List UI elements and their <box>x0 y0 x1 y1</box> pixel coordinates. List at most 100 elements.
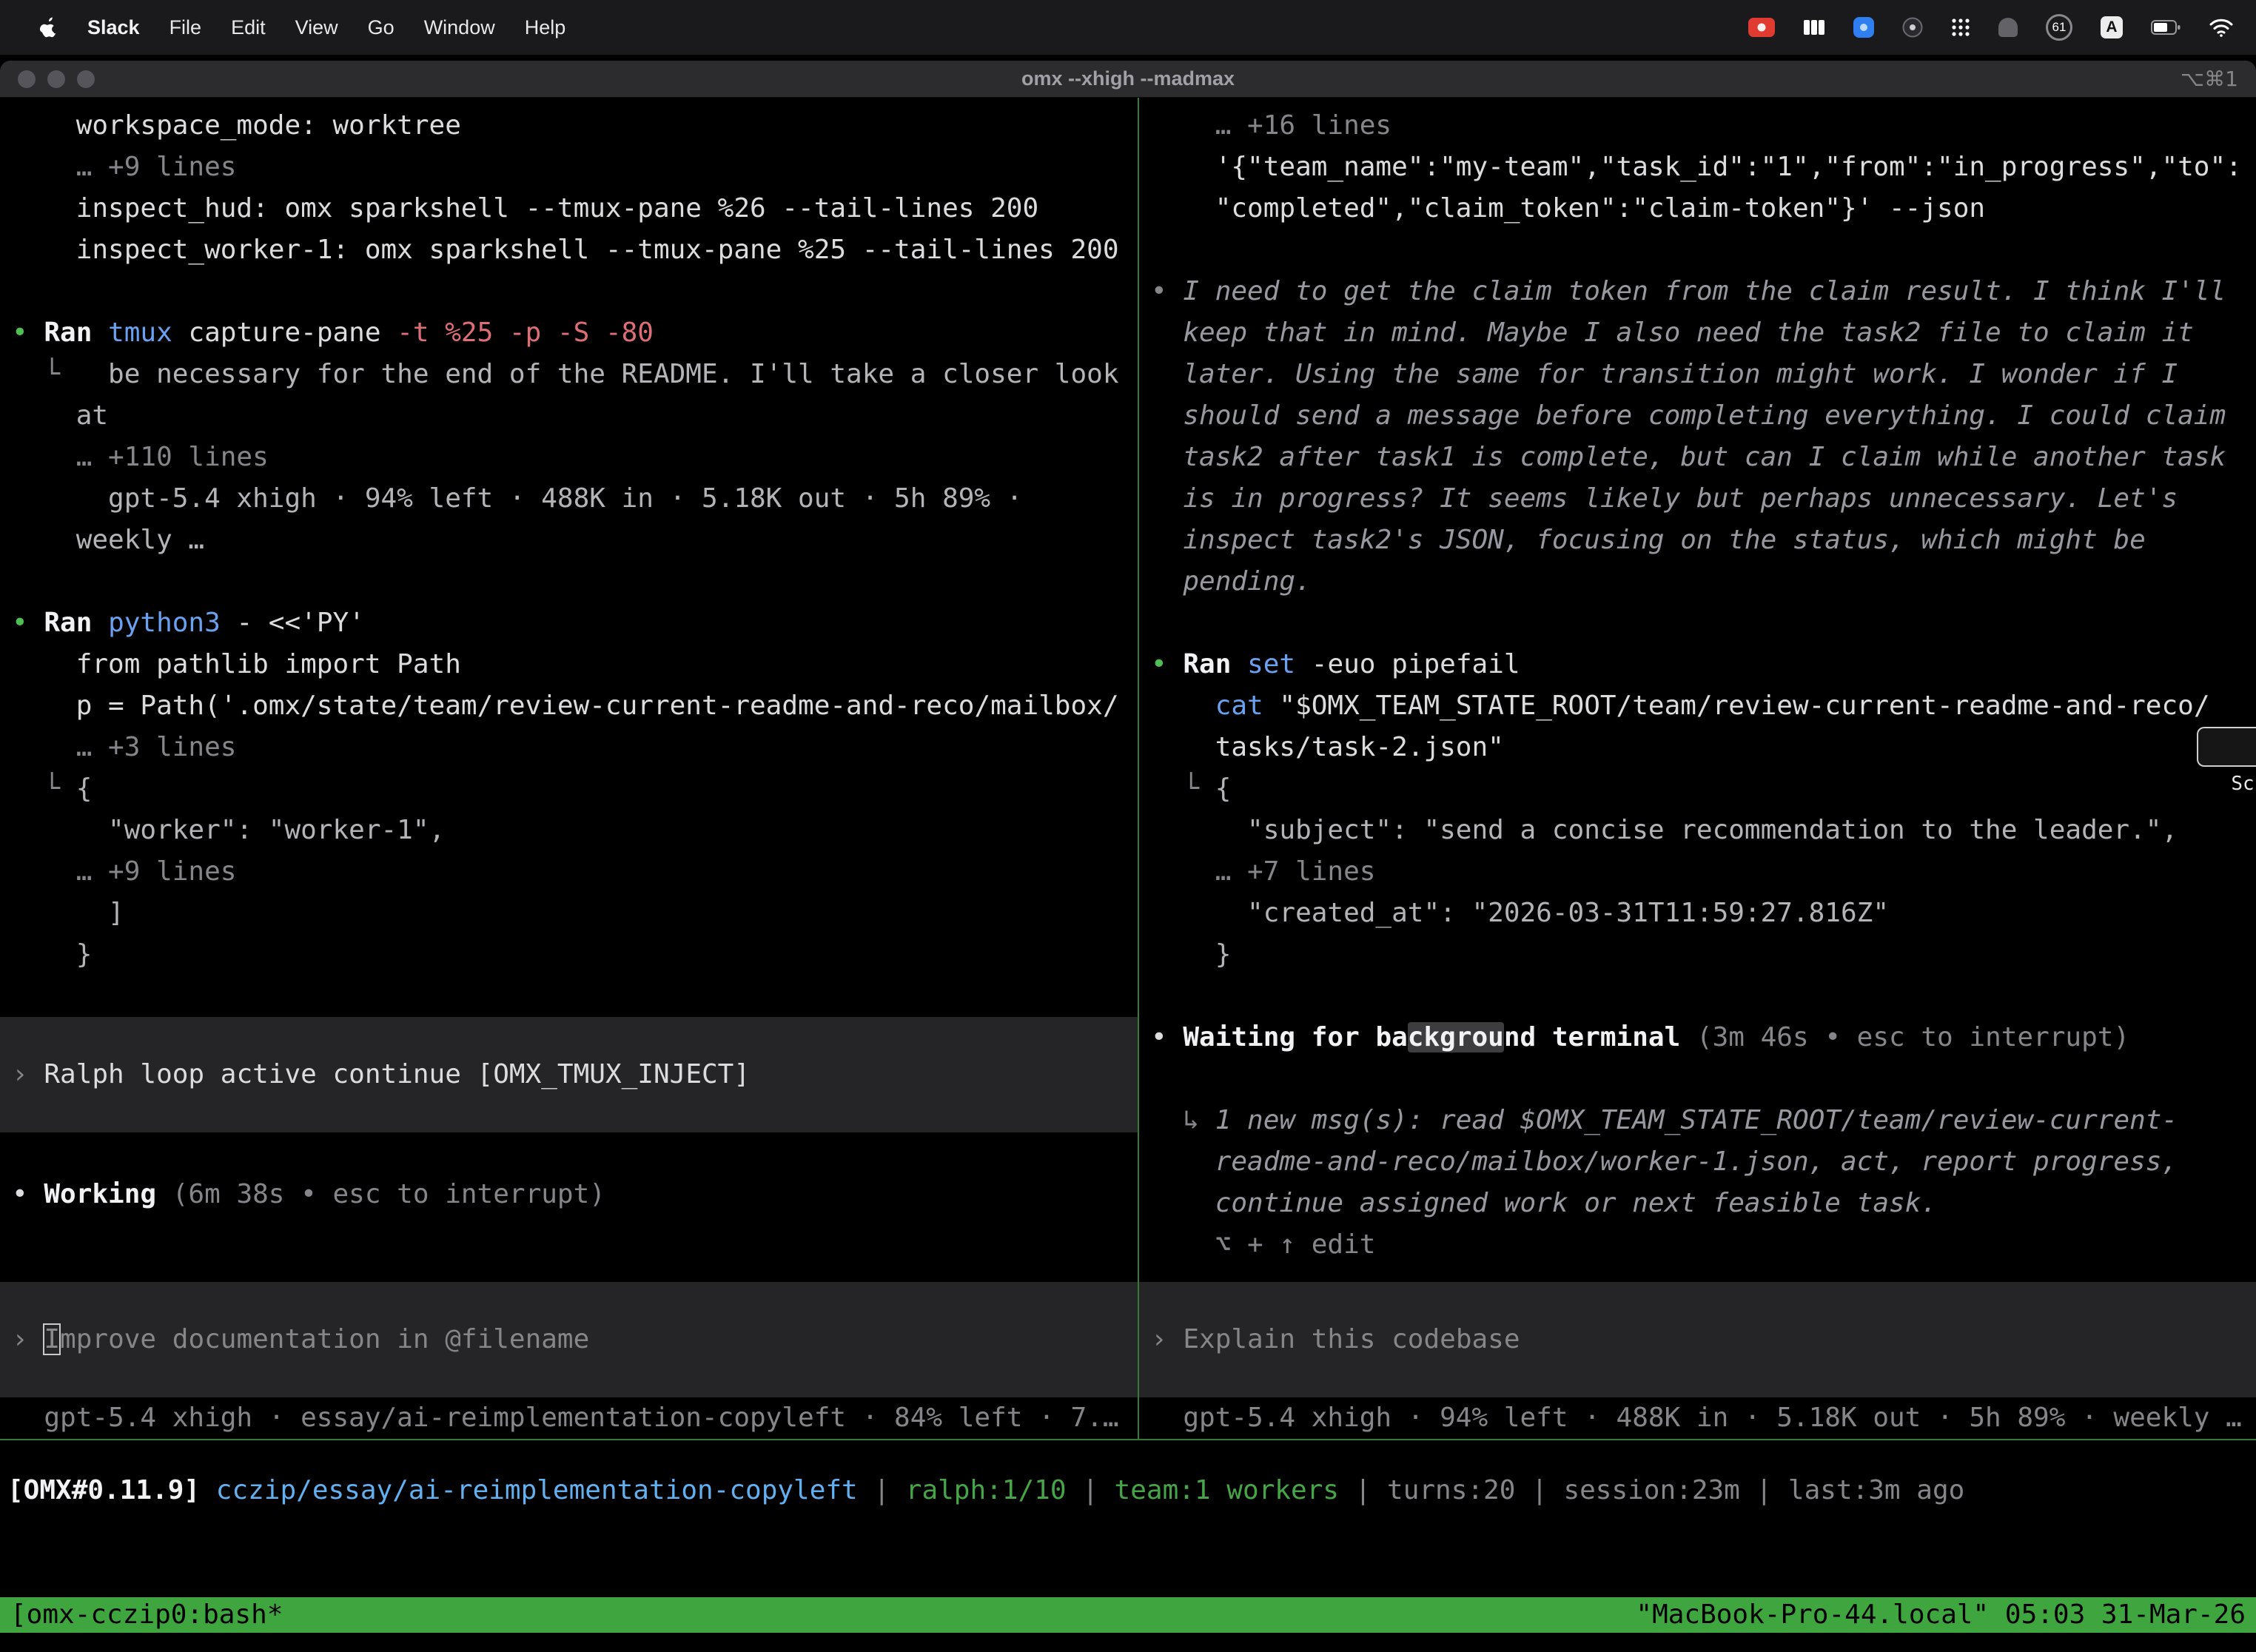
menubar: Slack FileEditViewGoWindowHelp 61 A <box>0 0 2256 55</box>
omx-status-line: [OMX#0.11.9] cczip/essay/ai-reimplementa… <box>0 1470 2256 1511</box>
terminal-line: • Ran set -euo pipefail <box>1139 644 2256 685</box>
terminal-line: … +9 lines <box>0 851 1138 893</box>
terminal-line: gpt-5.4 xhigh · essay/ai-reimplementatio… <box>0 1397 1138 1439</box>
window-shortcut-hint: ⌥⌘1 <box>2181 67 2238 91</box>
terminal-line: … +3 lines <box>0 727 1138 768</box>
terminal-line: "completed","claim_token":"claim-token"}… <box>1139 188 2256 229</box>
terminal-line: › Ralph loop active continue [OMX_TMUX_I… <box>0 1054 1138 1095</box>
grid-icon[interactable] <box>1803 19 1825 36</box>
terminal-line: ↳ 1 new msg(s): read $OMX_TEAM_STATE_ROO… <box>1139 1100 2256 1141</box>
terminal-line: from pathlib import Path <box>0 644 1138 685</box>
terminal-line: should send a message before completing … <box>1139 395 2256 437</box>
menubar-status-icons: 61 A <box>1748 14 2234 41</box>
zoom-button[interactable] <box>77 70 95 88</box>
terminal-line <box>1139 1058 2256 1100</box>
ghost-app-icon[interactable] <box>1998 18 2018 37</box>
terminal-line: } <box>0 934 1138 976</box>
window-titlebar[interactable]: omx --xhigh --madmax ⌥⌘1 <box>0 61 2256 98</box>
apple-icon <box>40 17 58 38</box>
menu-window[interactable]: Window <box>409 16 510 39</box>
terminal-panes: workspace_mode: worktree … +9 lines insp… <box>0 98 2256 1439</box>
terminal-line: └ { <box>1139 768 2256 810</box>
terminal-line <box>1139 976 2256 1017</box>
terminal-line: later. Using the same for transition mig… <box>1139 354 2256 395</box>
dots-grid-icon[interactable] <box>1951 18 1970 37</box>
left-pane-bottom: › Improve documentation in @filename gpt… <box>0 1282 1138 1439</box>
terminal-line: } <box>1139 934 2256 976</box>
desktop-gap <box>0 55 2256 61</box>
wifi-icon[interactable] <box>2209 18 2234 38</box>
right-pane-content: … +16 lines '{"team_name":"my-team","tas… <box>1139 98 2256 1266</box>
right-pane-bottom: › Explain this codebase gpt-5.4 xhigh · … <box>1139 1282 2256 1439</box>
right-input-band[interactable]: › Explain this codebase <box>1139 1282 2256 1397</box>
omx-status-pane: [OMX#0.11.9] cczip/essay/ai-reimplementa… <box>0 1440 2256 1597</box>
apple-menu[interactable] <box>25 17 73 38</box>
terminal-line: inspect_worker-1: omx sparkshell --tmux-… <box>0 229 1138 271</box>
dark-app-icon[interactable] <box>1902 17 1923 38</box>
terminal-line: cat "$OMX_TEAM_STATE_ROOT/team/review-cu… <box>1139 685 2256 727</box>
blue-app-icon[interactable] <box>1853 17 1874 38</box>
terminal-line: • Ran tmux capture-pane -t %25 -p -S -80 <box>0 312 1138 354</box>
terminal-line: at <box>0 395 1138 437</box>
terminal-line <box>0 976 1138 1017</box>
terminal-line: p = Path('.omx/state/team/review-current… <box>0 685 1138 727</box>
terminal-line: continue assigned work or next feasible … <box>1139 1183 2256 1224</box>
terminal-line: "subject": "send a concise recommendatio… <box>1139 810 2256 851</box>
terminal-line <box>0 561 1138 602</box>
terminal-line: gpt-5.4 xhigh · 94% left · 488K in · 5.1… <box>1139 1397 2256 1439</box>
battery-percent-badge[interactable]: 61 <box>2046 14 2072 41</box>
right-pane[interactable]: … +16 lines '{"team_name":"my-team","tas… <box>1139 98 2256 1439</box>
menu-help[interactable]: Help <box>510 16 581 39</box>
screen-recording-icon[interactable] <box>1748 18 1775 37</box>
left-pane[interactable]: workspace_mode: worktree … +9 lines insp… <box>0 98 1138 1439</box>
terminal-line: └ { <box>0 768 1138 810</box>
menu-view[interactable]: View <box>281 16 353 39</box>
terminal-line: pending. <box>1139 561 2256 602</box>
terminal-line: weekly … <box>0 520 1138 561</box>
terminal-line: workspace_mode: worktree <box>0 105 1138 147</box>
terminal-line: '{"team_name":"my-team","task_id":"1","f… <box>1139 147 2256 188</box>
terminal-line: • Ran python3 - <<'PY' <box>0 602 1138 644</box>
menu-go[interactable]: Go <box>353 16 409 39</box>
window-title: omx --xhigh --madmax <box>0 67 2256 90</box>
terminal-line: • Working (6m 38s • esc to interrupt) <box>0 1174 1138 1215</box>
terminal-line: … +9 lines <box>0 147 1138 188</box>
terminal-line <box>1139 229 2256 271</box>
input-source-letter: A <box>2106 19 2117 36</box>
terminal-line <box>1139 602 2256 644</box>
terminal-line: "worker": "worker-1", <box>0 810 1138 851</box>
tmux-host-clock: "MacBook-Pro-44.local" 05:03 31-Mar-26 <box>1636 1597 2246 1633</box>
terminal-line: ⌥ + ↑ edit <box>1139 1224 2256 1266</box>
left-status-line: gpt-5.4 xhigh · essay/ai-reimplementatio… <box>0 1397 1138 1439</box>
left-pane-content: workspace_mode: worktree … +9 lines insp… <box>0 98 1138 1215</box>
terminal-line: … +16 lines <box>1139 105 2256 147</box>
minimize-button[interactable] <box>47 70 65 88</box>
terminal-line: [OMX#0.11.9] cczip/essay/ai-reimplementa… <box>0 1470 2256 1511</box>
terminal-line: … +7 lines <box>1139 851 2256 893</box>
close-button[interactable] <box>18 70 36 88</box>
terminal-line: task2 after task1 is complete, but can I… <box>1139 437 2256 478</box>
terminal-line: keep that in mind. Maybe I also need the… <box>1139 312 2256 354</box>
terminal-line <box>0 1132 1138 1174</box>
input-source-icon[interactable]: A <box>2101 16 2123 38</box>
tmux-session-label: [omx-cczip0:bash* <box>10 1597 283 1633</box>
screen-overlay-label: Scre <box>2231 773 2256 795</box>
window-bottom-edge <box>0 1633 2256 1652</box>
app-menus: FileEditViewGoWindowHelp <box>155 16 581 39</box>
terminal-line: gpt-5.4 xhigh · 94% left · 488K in · 5.1… <box>0 478 1138 520</box>
screen-overlay[interactable]: Scre <box>2197 727 2256 767</box>
battery-icon[interactable] <box>2151 20 2181 35</box>
inline-input-band[interactable]: › Ralph loop active continue [OMX_TMUX_I… <box>0 1017 1138 1132</box>
menu-edit[interactable]: Edit <box>216 16 281 39</box>
left-input-band[interactable]: › Improve documentation in @filename <box>0 1282 1138 1397</box>
terminal-line: inspect_hud: omx sparkshell --tmux-pane … <box>0 188 1138 229</box>
tmux-status-bar: [omx-cczip0:bash* "MacBook-Pro-44.local"… <box>0 1597 2256 1633</box>
terminal-line: └ be necessary for the end of the README… <box>0 354 1138 395</box>
terminal-line: ] <box>0 893 1138 934</box>
terminal-line: "created_at": "2026-03-31T11:59:27.816Z" <box>1139 893 2256 934</box>
terminal-line: › Improve documentation in @filename <box>0 1319 1138 1360</box>
active-app-menu[interactable]: Slack <box>73 16 155 39</box>
menu-file[interactable]: File <box>155 16 217 39</box>
terminal-line: inspect task2's JSON, focusing on the st… <box>1139 520 2256 561</box>
right-status-line: gpt-5.4 xhigh · 94% left · 488K in · 5.1… <box>1139 1397 2256 1439</box>
